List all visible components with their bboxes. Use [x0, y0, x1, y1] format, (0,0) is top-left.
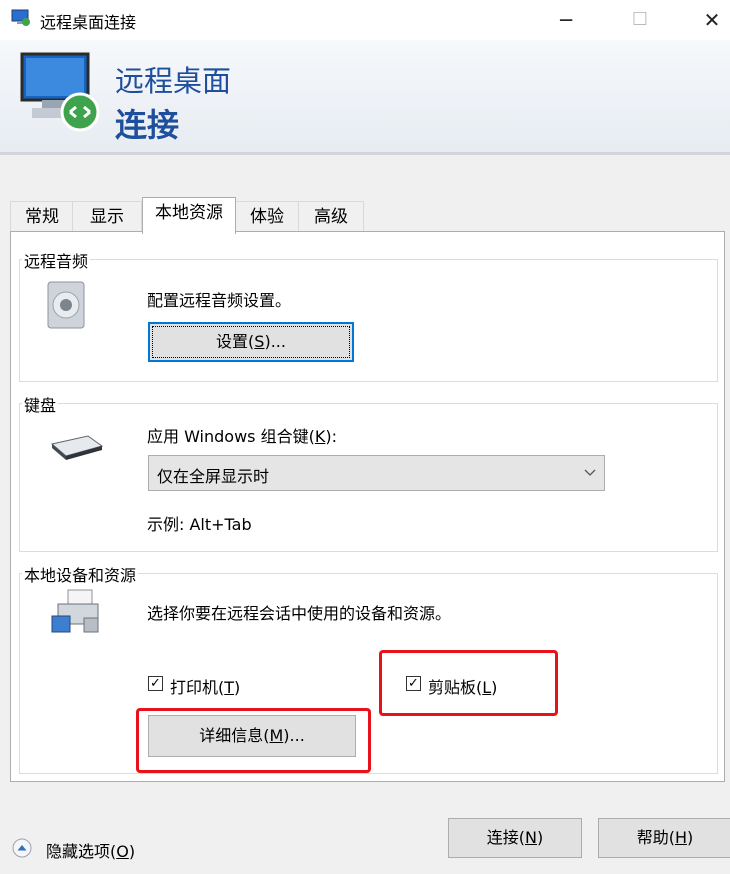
keyboard-combo-dropdown[interactable]: 仅在全屏显示时 [148, 455, 605, 491]
clipboard-access-key: L [482, 678, 492, 697]
keyboard-label-prefix: 应用 Windows 组合键( [147, 427, 315, 446]
tab-experience[interactable]: 体验 [234, 201, 300, 232]
focus-rectangle [152, 326, 350, 358]
remote-desktop-monitor-icon [20, 52, 100, 132]
collapse-circle-icon [12, 838, 32, 858]
audio-settings-button[interactable]: 设置(S)... [148, 322, 354, 362]
help-button[interactable]: 帮助(H) [598, 818, 730, 858]
clipboard-checkbox[interactable]: ✓ [406, 676, 421, 691]
title-bar: 远程桌面连接 ─ ☐ ✕ [0, 0, 730, 40]
printer-access-key: T [224, 678, 235, 697]
window-title: 远程桌面连接 [40, 13, 137, 32]
minimize-button[interactable]: ─ [546, 6, 586, 34]
clipboard-label-text: 剪贴板( [428, 678, 483, 697]
tab-advanced[interactable]: 高级 [298, 201, 364, 232]
keyboard-icon [50, 435, 104, 460]
details-button[interactable]: 详细信息(M)... [148, 715, 356, 757]
chevron-down-icon [584, 469, 596, 476]
local-devices-description: 选择你要在远程会话中使用的设备和资源。 [147, 604, 452, 623]
connect-label: 连接( [486, 828, 526, 847]
keyboard-combo-label: 应用 Windows 组合键(K): [147, 423, 337, 447]
details-label: 详细信息( [199, 726, 270, 745]
connect-button[interactable]: 连接(N) [448, 818, 582, 858]
banner-title-line1: 远程桌面 [115, 64, 232, 98]
speaker-icon [47, 281, 85, 329]
keyboard-group: 键盘 应用 Windows 组合键(K): 仅在全屏显示时 示例: Alt+Ta… [19, 392, 718, 552]
maximize-button[interactable]: ☐ [620, 6, 660, 34]
banner-title-line2: 连接 [115, 106, 180, 144]
printer-label-text: 打印机( [170, 678, 225, 697]
keyboard-label-suffix: ): [325, 427, 337, 446]
tab-local-resources[interactable]: 本地资源 [142, 197, 236, 234]
help-label: 帮助( [636, 828, 675, 847]
printer-checkbox[interactable]: ✓ [148, 676, 163, 691]
keyboard-example: 示例: Alt+Tab [147, 515, 252, 534]
hide-options-access-key: O [116, 842, 129, 861]
hide-options-suffix: ) [128, 842, 136, 861]
remote-audio-legend: 远程音频 [22, 248, 91, 272]
local-devices-legend: 本地设备和资源 [22, 562, 139, 586]
tab-general[interactable]: 常规 [10, 201, 74, 232]
printer-label-suffix: ) [234, 678, 241, 697]
hide-options-label: 隐藏选项(O) [46, 838, 135, 862]
close-button[interactable]: ✕ [692, 6, 730, 34]
help-access-key: H [674, 828, 688, 847]
local-devices-group: 本地设备和资源 选择你要在远程会话中使用的设备和资源。 ✓ 打印机(T) ✓ 剪… [19, 562, 718, 774]
header-banner: 远程桌面 连接 [0, 40, 730, 155]
keyboard-legend: 键盘 [22, 392, 59, 416]
details-access-key: M [269, 726, 284, 745]
local-resources-panel: 远程音频 配置远程音频设置。 设置(S)... 键盘 应用 Windows 组合… [10, 231, 725, 782]
help-suffix: ) [687, 828, 694, 847]
clipboard-label[interactable]: 剪贴板(L) [428, 674, 497, 698]
keyboard-access-key: K [314, 427, 326, 446]
remote-audio-group: 远程音频 配置远程音频设置。 设置(S)... [19, 248, 718, 382]
details-suffix: )... [283, 726, 305, 745]
remote-desktop-app-icon [11, 9, 30, 26]
remote-audio-description: 配置远程音频设置。 [147, 291, 292, 310]
tab-display[interactable]: 显示 [72, 201, 142, 232]
keyboard-combo-selected: 仅在全屏显示时 [157, 467, 270, 486]
printer-device-icon [51, 589, 99, 633]
connect-suffix: ) [536, 828, 544, 847]
connect-access-key: N [525, 828, 537, 847]
clipboard-label-suffix: ) [491, 678, 498, 697]
hide-options-text: 隐藏选项( [46, 842, 117, 861]
printer-label[interactable]: 打印机(T) [170, 674, 240, 698]
